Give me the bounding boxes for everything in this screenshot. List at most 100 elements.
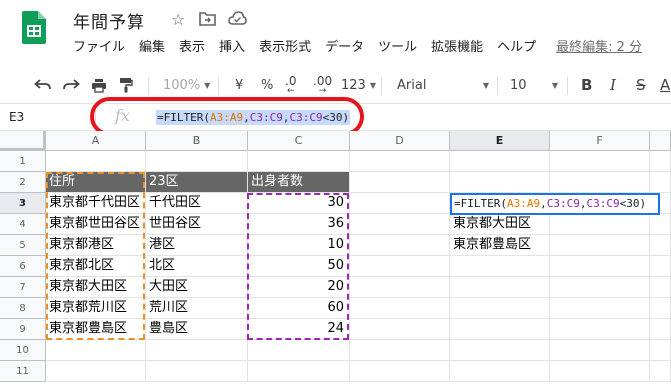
strikethrough-button[interactable]: S [636,67,646,103]
data-cell-address[interactable]: 東京都世田谷区 [46,214,146,235]
row-header[interactable]: 4 [0,214,46,235]
grid-cell[interactable] [46,151,146,172]
row-header[interactable]: 9 [0,319,46,340]
grid-cell[interactable] [550,172,650,193]
grid-cell[interactable] [350,361,450,382]
grid-cell[interactable] [550,361,650,382]
row-header[interactable]: 3 [0,193,46,214]
document-title[interactable]: 年間予算 [73,8,145,33]
column-header-c[interactable]: C [248,131,350,151]
data-cell-count[interactable]: 24 [248,319,350,340]
column-header-b[interactable]: B [146,131,248,151]
menu-edit[interactable]: 編集 [139,39,165,57]
grid-cell[interactable] [650,277,671,298]
grid-cell[interactable] [550,340,650,361]
redo-icon[interactable] [63,67,80,103]
grid-cell[interactable] [248,151,350,172]
grid-cell[interactable] [450,277,550,298]
grid-cell[interactable] [350,319,450,340]
data-cell-count[interactable]: 36 [248,214,350,235]
last-edit-link[interactable]: 最終編集: 2 分 [556,39,642,57]
grid-cell[interactable] [350,235,450,256]
grid-cell[interactable] [350,193,450,214]
grid-cell[interactable] [350,172,450,193]
name-box[interactable]: E3 [9,110,24,124]
grid-cell[interactable] [248,361,350,382]
grid-cell[interactable] [450,340,550,361]
data-cell-ward[interactable]: 千代田区 [146,193,248,214]
data-cell-address[interactable]: 東京都千代田区 [46,193,146,214]
data-cell-address[interactable]: 東京都荒川区 [46,298,146,319]
data-cell-ward[interactable]: 世田谷区 [146,214,248,235]
column-title-cell[interactable]: 住所 [46,172,146,193]
grid-cell[interactable] [550,277,650,298]
grid-cell[interactable] [550,319,650,340]
data-cell-ward[interactable]: 北区 [146,256,248,277]
grid-cell[interactable] [350,214,450,235]
row-header[interactable]: 7 [0,277,46,298]
grid-cell[interactable] [146,361,248,382]
column-header-e[interactable]: E [450,131,550,151]
text-color-button[interactable]: A [660,67,670,103]
grid-cell[interactable] [650,151,671,172]
result-cell[interactable]: 東京都大田区 [450,214,550,235]
star-icon[interactable]: ☆ [171,11,185,29]
grid-cell[interactable] [46,340,146,361]
data-cell-address[interactable]: 東京都北区 [46,256,146,277]
grid-cell[interactable] [550,214,650,235]
grid-cell[interactable] [650,298,671,319]
data-cell-address[interactable]: 東京都大田区 [46,277,146,298]
grid-cell[interactable] [450,361,550,382]
data-cell-ward[interactable]: 港区 [146,235,248,256]
data-cell-count[interactable]: 30 [248,193,350,214]
grid-cell[interactable] [650,172,671,193]
grid-cell[interactable] [46,361,146,382]
data-cell-ward[interactable]: 豊島区 [146,319,248,340]
column-header-f[interactable]: F [550,131,650,151]
grid-cell[interactable] [350,151,450,172]
grid-cell[interactable] [650,256,671,277]
grid-cell[interactable] [146,151,248,172]
grid-cell[interactable] [450,151,550,172]
sheets-logo[interactable] [22,11,46,44]
grid-cell[interactable] [350,277,450,298]
menu-view[interactable]: 表示 [179,39,205,57]
grid-cell[interactable] [450,172,550,193]
grid-cell[interactable] [650,214,671,235]
menu-data[interactable]: データ [325,39,364,57]
data-cell-ward[interactable]: 荒川区 [146,298,248,319]
menu-insert[interactable]: 挿入 [219,39,245,57]
column-header-a[interactable]: A [46,131,146,151]
result-cell[interactable]: 東京都豊島区 [450,235,550,256]
bold-button[interactable]: B [581,67,592,103]
menu-file[interactable]: ファイル [73,39,125,57]
menu-format[interactable]: 表示形式 [259,39,311,57]
grid-cell[interactable] [550,256,650,277]
grid-cell[interactable] [650,235,671,256]
grid-cell[interactable] [550,298,650,319]
row-header[interactable]: 8 [0,298,46,319]
grid-cell[interactable] [450,298,550,319]
row-header[interactable]: 10 [0,340,46,361]
column-title-cell[interactable]: 出身者数 [248,172,350,193]
column-header-d[interactable]: D [350,131,450,151]
row-header[interactable]: 5 [0,235,46,256]
active-cell-editor[interactable]: =FILTER(A3:A9,C3:C9,C3:C9<30) [450,193,660,215]
data-cell-ward[interactable]: 大田区 [146,277,248,298]
grid-cell[interactable] [650,340,671,361]
column-title-cell[interactable]: 23区 [146,172,248,193]
menu-help[interactable]: ヘルプ [497,39,536,57]
grid-cell[interactable] [550,235,650,256]
row-header[interactable]: 1 [0,151,46,172]
cloud-status-icon[interactable] [228,11,247,29]
data-cell-address[interactable]: 東京都港区 [46,235,146,256]
grid-cell[interactable] [450,256,550,277]
grid-cell[interactable] [350,298,450,319]
data-cell-address[interactable]: 東京都豊島区 [46,319,146,340]
row-header[interactable]: 6 [0,256,46,277]
row-header[interactable]: 11 [0,361,46,382]
font-select[interactable]: Arial ▼ [397,67,489,103]
data-cell-count[interactable]: 50 [248,256,350,277]
grid-cell[interactable] [350,256,450,277]
grid-cell[interactable] [146,340,248,361]
